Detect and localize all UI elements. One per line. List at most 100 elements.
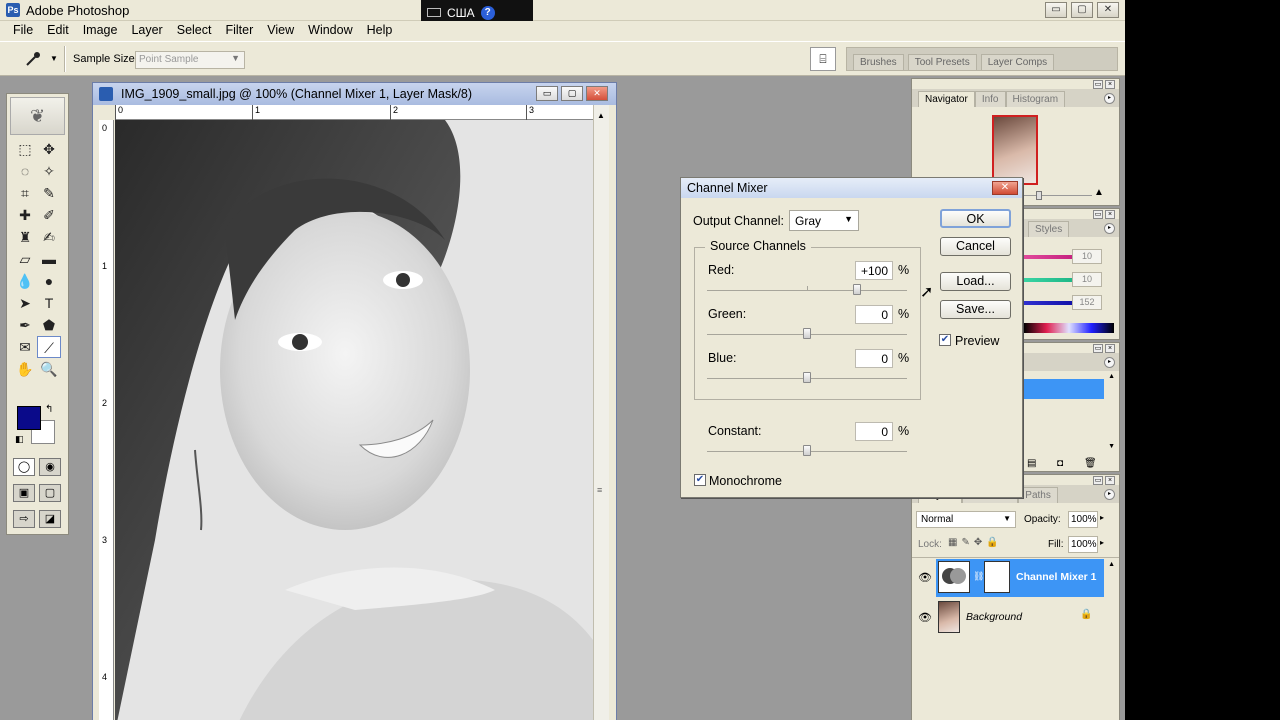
eyedropper-tool-icon[interactable]: ⟋ xyxy=(37,336,61,358)
green-input[interactable]: 0 xyxy=(855,305,893,324)
fill-arrow-icon[interactable]: ▸ xyxy=(1100,538,1104,547)
well-tab-layer-comps[interactable]: Layer Comps xyxy=(980,54,1055,70)
standard-screen-mode-icon[interactable]: ▣ xyxy=(13,484,35,502)
tab-styles[interactable]: Styles xyxy=(1028,221,1070,237)
layer-row-background[interactable]: Background 🔒 xyxy=(936,599,1104,637)
fill-field[interactable]: 100% xyxy=(1068,536,1098,553)
history-brush-tool-icon[interactable]: ✍ xyxy=(37,226,61,248)
pen-tool-icon[interactable]: ✒ xyxy=(13,314,37,336)
ruler-vertical[interactable]: 0 1 2 3 4 xyxy=(99,120,114,720)
dodge-tool-icon[interactable]: ● xyxy=(37,270,61,292)
image-canvas[interactable] xyxy=(115,120,593,720)
notes-tool-icon[interactable]: ✉ xyxy=(13,336,37,358)
magic-wand-tool-icon[interactable]: ✧ xyxy=(37,160,61,182)
panel-menu-icon[interactable]: ▸ xyxy=(1104,223,1115,234)
healing-brush-tool-icon[interactable]: ✚ xyxy=(13,204,37,226)
standard-mode-icon[interactable]: ◯ xyxy=(13,458,35,476)
panel-menu-icon[interactable]: ▸ xyxy=(1104,93,1115,104)
scroll-up-icon[interactable]: ▲ xyxy=(1108,561,1115,568)
zoom-in-icon[interactable]: ▲ xyxy=(1094,187,1104,198)
document-close-button[interactable]: ✕ xyxy=(586,86,608,101)
swap-colors-icon[interactable]: ↰ xyxy=(45,404,53,415)
sample-size-select[interactable]: Point Sample ▼ xyxy=(135,51,245,69)
new-snapshot-icon[interactable]: ▤ xyxy=(1027,458,1036,469)
panel-menu-icon[interactable]: ▸ xyxy=(1104,357,1115,368)
tab-navigator[interactable]: Navigator xyxy=(918,91,975,107)
cancel-button[interactable]: Cancel xyxy=(940,237,1011,256)
load-button[interactable]: Load... xyxy=(940,272,1011,291)
opacity-arrow-icon[interactable]: ▸ xyxy=(1100,513,1104,522)
app-close-button[interactable]: ✕ xyxy=(1097,2,1119,18)
imageready-icon[interactable]: ◪ xyxy=(39,510,61,528)
default-colors-icon[interactable]: ◧ xyxy=(15,434,24,445)
tool-preset-dropdown-icon[interactable]: ▼ xyxy=(50,54,58,63)
menu-select[interactable]: Select xyxy=(170,21,219,41)
lasso-tool-icon[interactable]: ◌ xyxy=(13,160,37,182)
menu-view[interactable]: View xyxy=(260,21,301,41)
tab-info[interactable]: Info xyxy=(974,91,1006,107)
monochrome-checkbox[interactable]: ✔ xyxy=(694,474,706,486)
eye-icon[interactable]: 👁 xyxy=(918,611,932,624)
menu-edit[interactable]: Edit xyxy=(40,21,76,41)
menu-layer[interactable]: Layer xyxy=(124,21,169,41)
layer-mask-thumbnail[interactable] xyxy=(984,561,1010,593)
selected-history-item[interactable] xyxy=(1024,379,1104,399)
eyedropper-icon[interactable] xyxy=(24,50,44,68)
blue-value-field[interactable]: 152 xyxy=(1072,295,1102,310)
lock-icons[interactable]: ▦✎✥🔒 xyxy=(948,537,1003,548)
scroll-grip-icon[interactable]: ≡ xyxy=(597,485,602,495)
blue-slider-thumb[interactable] xyxy=(803,372,811,383)
constant-slider-thumb[interactable] xyxy=(803,445,811,456)
blend-mode-select[interactable]: Normal ▼ xyxy=(916,511,1016,528)
output-channel-select[interactable]: Gray ▼ xyxy=(789,210,859,231)
file-browser-icon[interactable]: ⌸ xyxy=(810,47,836,71)
menu-window[interactable]: Window xyxy=(301,21,359,41)
panel-close-icon[interactable]: × xyxy=(1105,80,1115,89)
panel-close-icon[interactable]: × xyxy=(1105,476,1115,485)
hand-tool-icon[interactable]: ✋ xyxy=(13,358,37,380)
red-value-field[interactable]: 10 xyxy=(1072,249,1102,264)
blur-tool-icon[interactable]: 💧 xyxy=(13,270,37,292)
scroll-down-icon[interactable]: ▼ xyxy=(1108,443,1115,450)
app-maximize-button[interactable]: ▢ xyxy=(1071,2,1093,18)
menu-filter[interactable]: Filter xyxy=(218,21,260,41)
feather-logo-icon[interactable]: ❦ xyxy=(10,97,65,135)
red-input[interactable]: +100 xyxy=(855,261,893,280)
save-button[interactable]: Save... xyxy=(940,300,1011,319)
green-slider-thumb[interactable] xyxy=(803,328,811,339)
green-value-field[interactable]: 10 xyxy=(1072,272,1102,287)
ok-button[interactable]: OK xyxy=(940,209,1011,228)
jump-to-imageready-icon[interactable]: ⇨ xyxy=(13,510,35,528)
marquee-tool-icon[interactable]: ⬚ xyxy=(13,138,37,160)
navigator-thumbnail[interactable] xyxy=(992,115,1038,185)
path-selection-tool-icon[interactable]: ➤ xyxy=(13,292,37,314)
scroll-up-icon[interactable]: ▲ xyxy=(1108,373,1115,380)
dialog-close-button[interactable]: ✕ xyxy=(992,181,1018,195)
full-screen-menu-mode-icon[interactable]: ▢ xyxy=(39,484,61,502)
clone-stamp-tool-icon[interactable]: ♜ xyxy=(13,226,37,248)
quick-mask-mode-icon[interactable]: ◉ xyxy=(39,458,61,476)
crop-tool-icon[interactable]: ⌗ xyxy=(13,182,37,204)
document-maximize-button[interactable]: ▢ xyxy=(561,86,583,101)
ruler-horizontal[interactable]: 0 1 2 3 xyxy=(115,105,605,120)
red-slider-track[interactable] xyxy=(707,290,907,291)
eraser-tool-icon[interactable]: ▱ xyxy=(13,248,37,270)
gradient-tool-icon[interactable]: ▬ xyxy=(37,248,61,270)
blue-input[interactable]: 0 xyxy=(855,349,893,368)
panel-minimize-icon[interactable]: ▭ xyxy=(1093,80,1103,89)
preview-checkbox[interactable]: ✔ xyxy=(939,334,951,346)
constant-input[interactable]: 0 xyxy=(855,422,893,441)
panel-menu-icon[interactable]: ▸ xyxy=(1104,489,1115,500)
shape-tool-icon[interactable]: ⬟ xyxy=(37,314,61,336)
type-tool-icon[interactable]: T xyxy=(37,292,61,314)
red-slider-thumb[interactable] xyxy=(853,284,861,295)
vertical-scrollbar[interactable]: ▲ ≡ xyxy=(593,105,609,720)
panel-minimize-icon[interactable]: ▭ xyxy=(1093,210,1103,219)
navigator-zoom-thumb[interactable] xyxy=(1036,191,1042,200)
well-tab-tool-presets[interactable]: Tool Presets xyxy=(907,54,977,70)
menu-image[interactable]: Image xyxy=(76,21,125,41)
panel-minimize-icon[interactable]: ▭ xyxy=(1093,344,1103,353)
navigator-zoom-slider[interactable] xyxy=(1012,195,1092,196)
dialog-titlebar[interactable]: Channel Mixer xyxy=(681,178,1022,198)
panel-close-icon[interactable]: × xyxy=(1105,210,1115,219)
